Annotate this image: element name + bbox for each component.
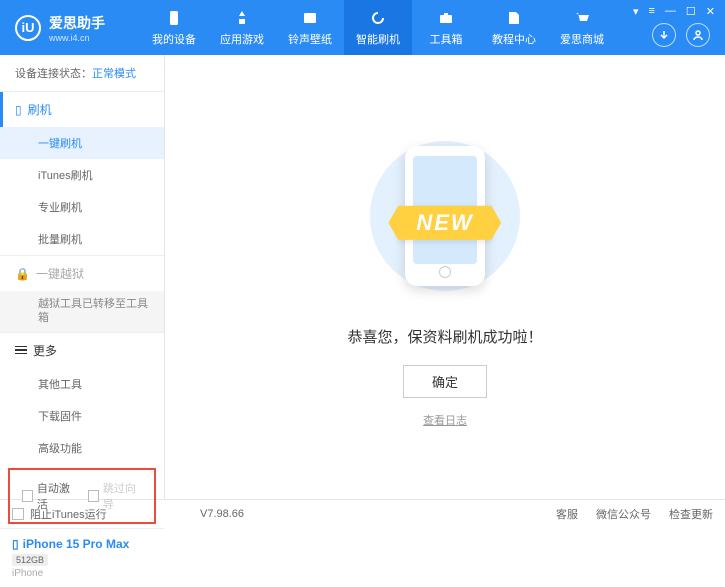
- cart-icon: [572, 8, 592, 28]
- phone-icon: ▯: [12, 537, 19, 551]
- nav-flash[interactable]: 智能刷机: [344, 0, 412, 55]
- app-icon: [232, 8, 252, 28]
- close-icon[interactable]: ✕: [706, 5, 715, 18]
- app-name: 爱思助手: [49, 13, 105, 33]
- user-button[interactable]: [686, 23, 710, 47]
- lock-icon: 🔒: [15, 267, 30, 281]
- sidebar-item-other-tools[interactable]: 其他工具: [0, 368, 164, 400]
- app-url: www.i4.cn: [49, 33, 105, 43]
- nav-ringtones[interactable]: 铃声壁纸: [276, 0, 344, 55]
- nav-store[interactable]: 爱思商城: [548, 0, 616, 55]
- maximize-icon[interactable]: ☐: [686, 5, 696, 18]
- nav-my-device[interactable]: 我的设备: [140, 0, 208, 55]
- phone-icon: ▯: [15, 103, 22, 117]
- sidebar-item-itunes-flash[interactable]: iTunes刷机: [0, 159, 164, 191]
- footer-wechat[interactable]: 微信公众号: [596, 506, 651, 522]
- app-logo: iU 爱思助手 www.i4.cn: [0, 13, 140, 43]
- ok-button[interactable]: 确定: [403, 365, 487, 398]
- nav-label: 我的设备: [152, 31, 196, 47]
- success-graphic: NEW: [355, 126, 535, 306]
- sidebar-item-oneclick-flash[interactable]: 一键刷机: [0, 127, 164, 159]
- refresh-icon: [368, 8, 388, 28]
- storage-badge: 512GB: [12, 554, 48, 566]
- checkbox-icon: [88, 490, 99, 502]
- sidebar-section-flash[interactable]: ▯ 刷机: [0, 92, 164, 127]
- minimize-icon[interactable]: —: [665, 5, 676, 18]
- nav-toolbox[interactable]: 工具箱: [412, 0, 480, 55]
- block-itunes-checkbox[interactable]: 阻止iTunes运行: [30, 506, 107, 522]
- checkbox-icon: [22, 490, 33, 502]
- nav-apps[interactable]: 应用游戏: [208, 0, 276, 55]
- version-label: V7.98.66: [200, 508, 244, 520]
- nav-label: 铃声壁纸: [288, 31, 332, 47]
- download-button[interactable]: [652, 23, 676, 47]
- nav-label: 工具箱: [430, 31, 463, 47]
- menu-icon: [15, 346, 27, 355]
- nav-label: 智能刷机: [356, 31, 400, 47]
- device-info[interactable]: ▯ iPhone 15 Pro Max 512GB iPhone: [0, 528, 164, 587]
- sidebar-item-advanced[interactable]: 高级功能: [0, 432, 164, 464]
- menu-icon[interactable]: ≡: [648, 5, 654, 18]
- logo-icon: iU: [15, 15, 41, 41]
- device-type: iPhone: [12, 568, 152, 579]
- nav-label: 应用游戏: [220, 31, 264, 47]
- sidebar-section-more[interactable]: 更多: [0, 333, 164, 368]
- nav-label: 教程中心: [492, 31, 536, 47]
- sidebar-section-jailbreak: 🔒 一键越狱: [0, 256, 164, 291]
- book-icon: [504, 8, 524, 28]
- checkbox-icon[interactable]: [12, 508, 24, 520]
- sidebar-jailbreak-note: 越狱工具已转移至工具箱: [0, 291, 164, 332]
- sidebar-item-pro-flash[interactable]: 专业刷机: [0, 191, 164, 223]
- footer-update[interactable]: 检查更新: [669, 506, 713, 522]
- image-icon: [300, 8, 320, 28]
- nav-label: 爱思商城: [560, 31, 604, 47]
- sidebar-item-batch-flash[interactable]: 批量刷机: [0, 223, 164, 255]
- view-log-link[interactable]: 查看日志: [423, 412, 467, 428]
- shirt-icon[interactable]: ▾: [633, 5, 639, 18]
- success-message: 恭喜您，保资料刷机成功啦！: [347, 326, 542, 347]
- nav-tutorials[interactable]: 教程中心: [480, 0, 548, 55]
- connection-status: 设备连接状态：正常模式: [0, 65, 164, 91]
- phone-icon: [164, 8, 184, 28]
- footer-support[interactable]: 客服: [556, 506, 578, 522]
- new-banner: NEW: [398, 206, 491, 240]
- sidebar-item-download-firmware[interactable]: 下载固件: [0, 400, 164, 432]
- toolbox-icon: [436, 8, 456, 28]
